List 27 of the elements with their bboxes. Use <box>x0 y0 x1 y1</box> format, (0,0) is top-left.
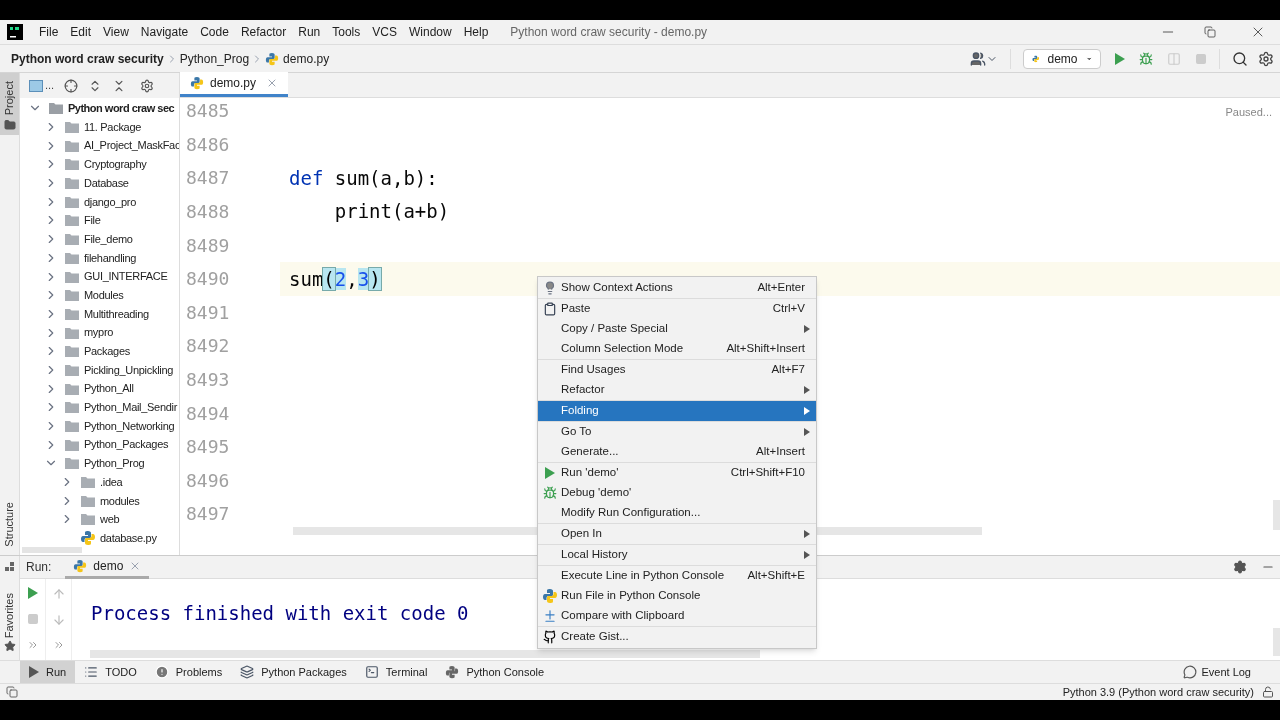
line-number: 8488 <box>186 200 230 225</box>
line-number: 8495 <box>186 435 230 460</box>
status-text: Paused... <box>1225 105 1272 120</box>
line-number: 8494 <box>186 401 230 426</box>
line-number: 8490 <box>186 267 230 292</box>
line-number: 8497 <box>186 502 230 527</box>
line-number: 8496 <box>186 468 230 493</box>
code-line: print(a+b) <box>333 199 450 225</box>
window-title: Python word craw security - demo.py <box>510 24 708 41</box>
line-number: 8485 <box>186 99 230 124</box>
shortcut-text: Alt+Shift+Insert <box>726 341 805 357</box>
shortcut-text: Ctrl+Shift+F10 <box>730 465 805 481</box>
code-line: def sum(a,b): <box>289 165 438 191</box>
line-number: 8493 <box>186 368 230 393</box>
line-number: 8489 <box>186 233 230 258</box>
line-number: 8492 <box>186 334 230 359</box>
shortcut-text: Alt+F7 <box>771 362 805 378</box>
shortcut-text: Ctrl+V <box>772 301 805 317</box>
code-line: sum(2,3) <box>289 266 381 292</box>
line-number: 8487 <box>186 166 230 191</box>
shortcut-text: Alt+Insert <box>756 444 805 460</box>
shortcut-text: Alt+Enter <box>757 280 805 296</box>
shortcut-text: Alt+Shift+E <box>747 568 805 584</box>
line-number: 8486 <box>186 132 230 157</box>
line-number: 8491 <box>186 300 230 325</box>
panel-label: Run: <box>26 559 52 576</box>
console-output: Process finished with exit code 0 <box>91 601 469 626</box>
